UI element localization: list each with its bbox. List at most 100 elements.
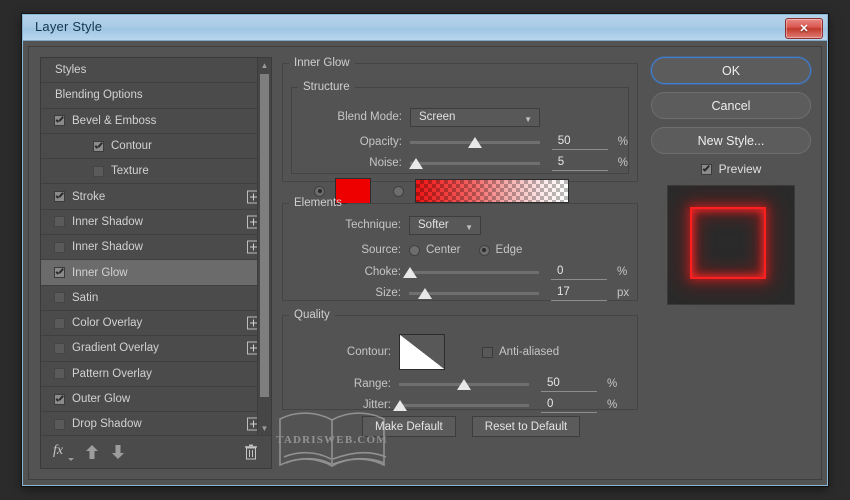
style-list-item[interactable]: Blending Options: [41, 83, 271, 109]
slider-knob[interactable]: [417, 288, 433, 299]
noise-input[interactable]: [551, 155, 608, 171]
style-list-item[interactable]: Bevel & Emboss: [41, 109, 271, 134]
styles-scrollbar[interactable]: ▲ ▼: [257, 58, 271, 435]
style-enable-checkbox[interactable]: [54, 317, 65, 329]
cancel-button[interactable]: Cancel: [651, 92, 811, 119]
opacity-label: Opacity:: [359, 136, 402, 148]
style-list-item[interactable]: Contour: [41, 134, 271, 160]
style-list-item-label: Drop Shadow: [72, 418, 142, 431]
glow-color-radio[interactable]: [314, 185, 325, 197]
reset-to-default-button[interactable]: Reset to Default: [471, 416, 581, 437]
contour-label: Contour:: [346, 346, 391, 358]
noise-unit: %: [617, 157, 628, 169]
make-default-button[interactable]: Make Default: [362, 416, 456, 437]
jitter-slider[interactable]: [393, 398, 529, 412]
arrow-up-icon[interactable]: [85, 444, 99, 460]
range-slider[interactable]: [399, 377, 529, 391]
style-enable-checkbox[interactable]: [54, 216, 65, 228]
style-enable-checkbox[interactable]: [93, 165, 104, 177]
fx-icon[interactable]: fx: [53, 443, 75, 461]
slider-knob[interactable]: [409, 158, 424, 169]
noise-slider[interactable]: [409, 156, 540, 170]
style-enable-checkbox[interactable]: [54, 292, 65, 304]
style-list-item[interactable]: Pattern Overlay: [41, 362, 271, 387]
style-enable-checkbox[interactable]: [54, 191, 65, 203]
new-style-button[interactable]: New Style...: [651, 127, 811, 154]
source-label: Source:: [361, 244, 401, 256]
size-input[interactable]: [551, 285, 607, 301]
range-input[interactable]: [541, 376, 597, 392]
anti-aliased-label: Anti-aliased: [499, 346, 560, 358]
style-list-item-label: Satin: [72, 291, 99, 304]
close-icon: ✕: [799, 23, 809, 35]
source-center-radio[interactable]: [409, 244, 420, 256]
styles-footer: fx: [41, 435, 271, 468]
preview-checkbox[interactable]: [700, 163, 712, 175]
arrow-down-icon[interactable]: [111, 444, 125, 460]
slider-knob[interactable]: [457, 379, 472, 390]
style-enable-checkbox[interactable]: [54, 368, 65, 380]
style-enable-checkbox[interactable]: [93, 140, 104, 152]
choke-unit: %: [617, 266, 628, 278]
style-list-item[interactable]: Inner Shadow: [41, 235, 271, 261]
style-list-item-label: Inner Shadow: [72, 241, 143, 254]
style-list-item-label: Inner Shadow: [72, 215, 143, 228]
source-edge-radio[interactable]: [478, 244, 490, 256]
quality-legend: Quality: [294, 309, 330, 321]
ok-button[interactable]: OK: [651, 57, 811, 84]
jitter-input[interactable]: [541, 397, 597, 413]
style-enable-checkbox[interactable]: [54, 393, 65, 405]
slider-knob[interactable]: [403, 267, 418, 278]
chevron-down-icon[interactable]: ▼: [444, 334, 445, 370]
style-list-item-label: Outer Glow: [72, 393, 131, 405]
scroll-up-arrow-icon[interactable]: ▲: [258, 58, 271, 72]
trash-icon[interactable]: [244, 444, 258, 465]
style-list-item-label: Texture: [111, 165, 149, 178]
style-enable-checkbox[interactable]: [54, 241, 65, 253]
style-list-item[interactable]: Outer Glow: [41, 387, 271, 413]
preview-glow-square: [690, 207, 766, 279]
close-button[interactable]: ✕: [785, 18, 823, 39]
style-list-item-label: Gradient Overlay: [72, 342, 159, 355]
opacity-slider[interactable]: [409, 135, 540, 149]
size-unit: px: [617, 287, 630, 299]
choke-slider[interactable]: [403, 265, 539, 279]
style-list-item[interactable]: Inner Glow: [41, 260, 271, 286]
window-title: Layer Style: [35, 19, 103, 34]
anti-aliased-checkbox[interactable]: [482, 346, 493, 358]
contour-thumbnail[interactable]: ▼: [399, 334, 445, 370]
chevron-down-icon: ▼: [524, 114, 532, 124]
default-buttons: Make Default Reset to Default: [362, 416, 581, 437]
style-enable-checkbox[interactable]: [54, 418, 65, 430]
choke-input[interactable]: [551, 264, 607, 280]
preview-label: Preview: [718, 162, 762, 176]
style-list-item[interactable]: Stroke: [41, 184, 271, 210]
style-list-item[interactable]: Texture: [41, 159, 271, 185]
technique-value: Softer: [418, 219, 449, 231]
style-list-item[interactable]: Drop Shadow: [41, 412, 271, 435]
size-slider[interactable]: [409, 286, 539, 300]
range-label: Range:: [353, 378, 391, 390]
scroll-down-arrow-icon[interactable]: ▼: [258, 421, 271, 435]
structure-legend: Structure: [303, 81, 350, 93]
style-enable-checkbox[interactable]: [54, 267, 65, 279]
slider-knob[interactable]: [467, 137, 483, 148]
style-list-item[interactable]: Color Overlay: [41, 311, 271, 337]
style-list-item[interactable]: Satin: [41, 286, 271, 311]
style-list-item-label: Bevel & Emboss: [72, 114, 157, 127]
technique-select[interactable]: Softer ▼: [409, 215, 481, 235]
style-list-item[interactable]: Inner Shadow: [41, 210, 271, 236]
glow-gradient-radio[interactable]: [393, 185, 404, 197]
style-list-item-label: Blending Options: [55, 89, 143, 102]
action-column: OK Cancel New Style... Preview: [651, 57, 811, 305]
style-enable-checkbox[interactable]: [54, 342, 65, 354]
style-enable-checkbox[interactable]: [54, 115, 65, 127]
scrollbar-thumb[interactable]: [260, 74, 269, 397]
styles-list[interactable]: Styles Blending Options Bevel & Emboss Cont…: [41, 58, 271, 435]
range-unit: %: [607, 378, 618, 390]
opacity-input[interactable]: [551, 134, 608, 150]
style-list-item[interactable]: Styles: [41, 58, 271, 84]
style-list-item[interactable]: Gradient Overlay: [41, 336, 271, 362]
slider-knob[interactable]: [393, 400, 408, 411]
blend-mode-select[interactable]: Screen ▼: [410, 107, 540, 127]
